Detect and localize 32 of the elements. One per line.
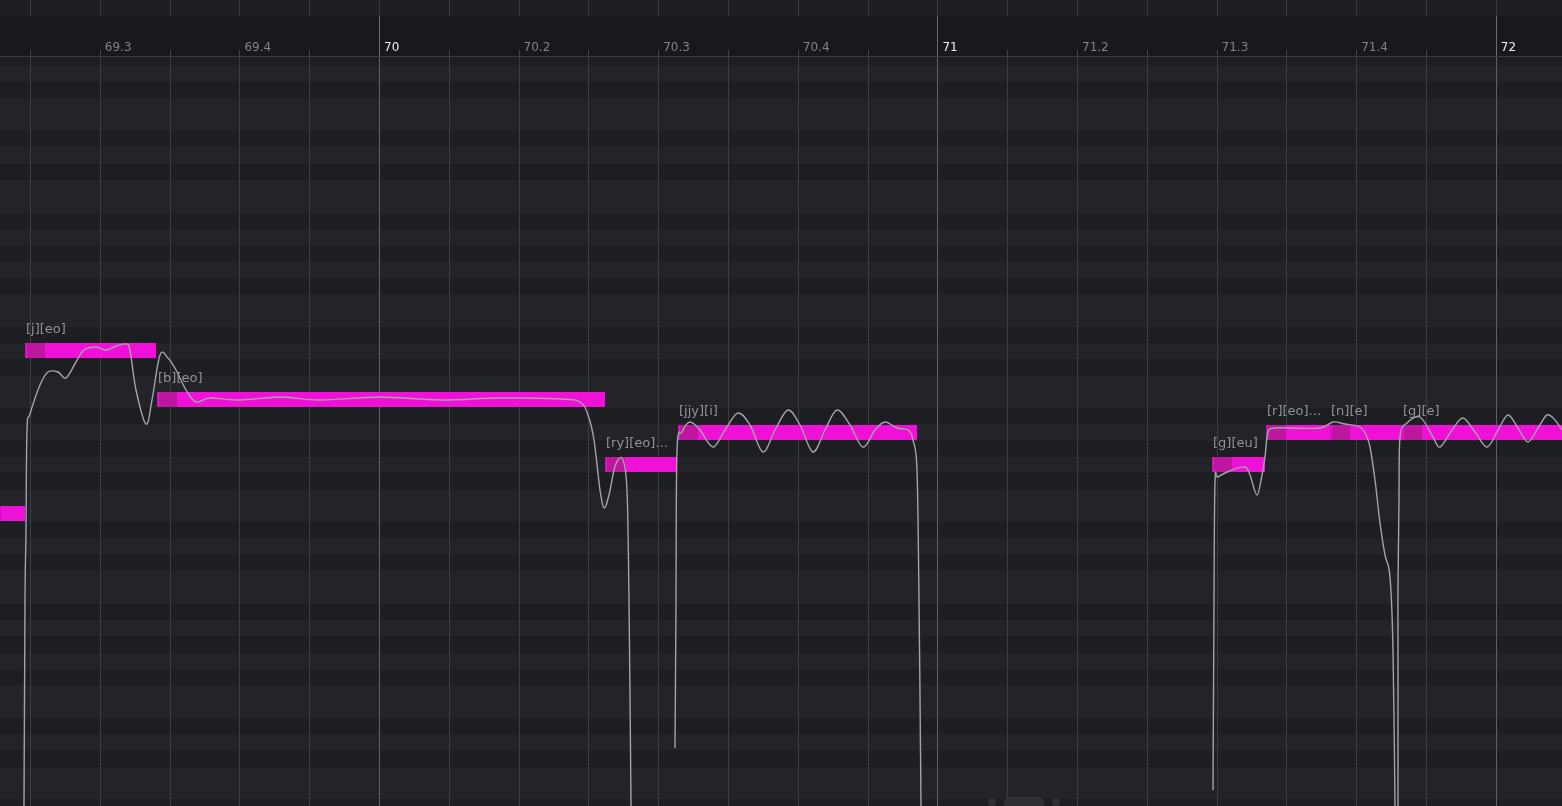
ruler-label: 72	[1500, 40, 1517, 54]
ruler-label: 69.4	[244, 40, 272, 54]
ruler-label: 69.3	[104, 40, 132, 54]
note-lyric: [g][e]	[1403, 402, 1440, 419]
onset-marker-icon	[680, 424, 698, 440]
note[interactable]	[605, 457, 677, 473]
onset-marker-icon	[1214, 457, 1232, 473]
note[interactable]	[1330, 424, 1402, 440]
onset-marker-icon	[1332, 424, 1350, 440]
note-lyric: [r][eo]…	[1267, 402, 1322, 419]
note[interactable]	[1212, 457, 1265, 473]
note[interactable]	[1402, 424, 1562, 440]
ruler-label: 71.4	[1361, 40, 1388, 54]
onset-marker-icon	[159, 391, 177, 407]
ruler-label: 70.4	[802, 40, 830, 54]
ruler-label: 70.2	[523, 40, 551, 54]
ruler-label: 71.2	[1082, 40, 1109, 54]
ruler-label: 71.3	[1221, 40, 1249, 54]
note-lyric: [n][e]	[1331, 402, 1368, 419]
onset-marker-icon	[27, 343, 45, 358]
ruler-label: 70.3	[663, 40, 690, 54]
note-lyric: [ry][eo]…	[606, 435, 669, 452]
onset-marker-icon	[1404, 424, 1422, 440]
onset-marker-icon	[1268, 424, 1286, 440]
note-lyric: [g][eu]	[1213, 435, 1258, 452]
note-lyric: [j][eo]	[26, 321, 66, 337]
scrollbar-thumb[interactable]	[988, 797, 1060, 806]
ruler-label: 71	[942, 40, 958, 54]
note-lyric: [jjy][i]	[679, 402, 718, 419]
ruler-label: 70	[384, 40, 400, 54]
note[interactable]	[157, 391, 605, 407]
note[interactable]	[678, 424, 917, 440]
